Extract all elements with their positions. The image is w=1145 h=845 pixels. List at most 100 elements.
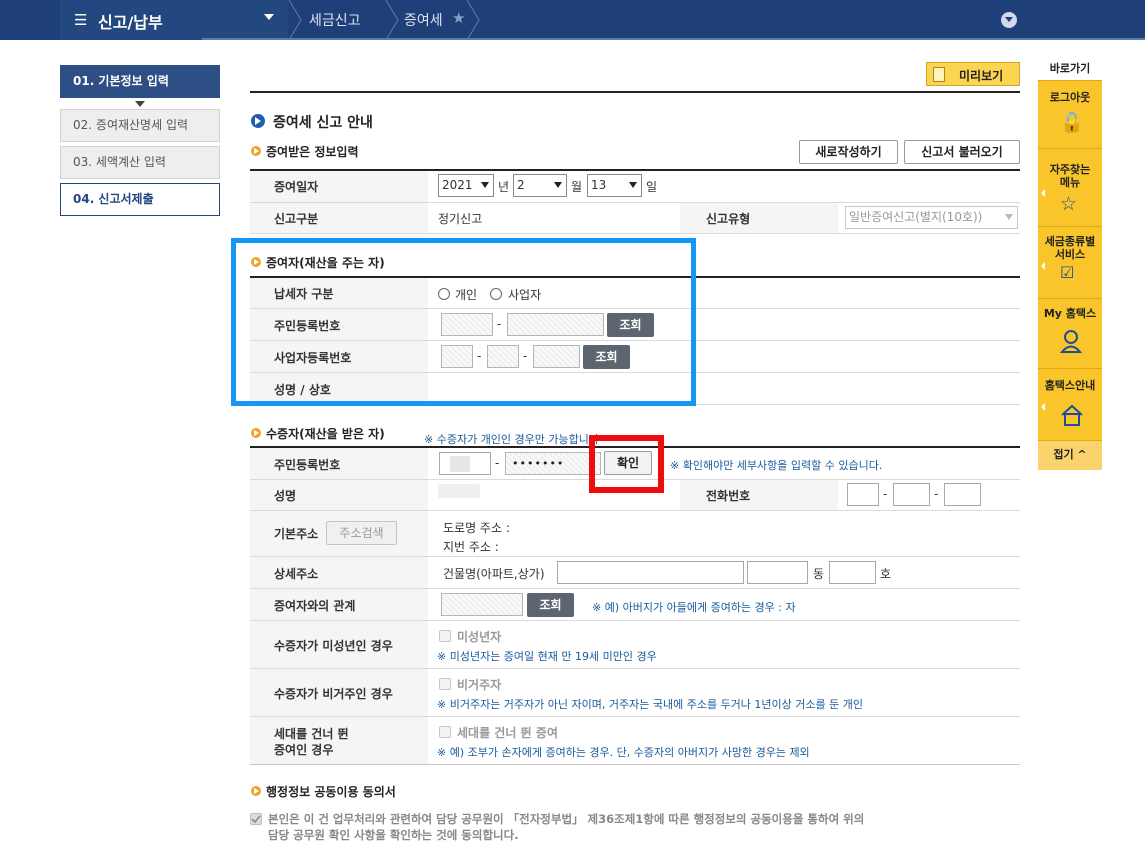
favorite-star-icon[interactable]: ★ — [452, 9, 465, 27]
building-name-input[interactable] — [557, 561, 744, 584]
donee-phone-label: 전화번호 — [706, 489, 751, 503]
donor-section-highlight — [231, 238, 696, 406]
relation-query-button[interactable]: 조회 — [527, 593, 574, 617]
section-bullet-icon — [251, 428, 261, 438]
quick-my-hometax[interactable]: My 홈택스 — [1038, 298, 1102, 368]
page-title: 증여세 신고 안내 — [273, 115, 373, 131]
donee-name-value — [438, 484, 480, 498]
skip-generation-checkbox[interactable] — [439, 726, 451, 738]
star-outline-icon: ☆ — [1060, 193, 1078, 215]
day-select[interactable]: 13 — [587, 174, 642, 197]
caret-down-icon[interactable] — [264, 14, 274, 20]
breadcrumb-separator-icon — [385, 0, 399, 40]
checkbox-icon: ☑ — [1060, 263, 1075, 282]
menu-title: 신고/납부 — [98, 13, 163, 32]
skip-generation-label-1: 세대를 건너 뛴 — [274, 727, 349, 741]
main-menu-selector[interactable]: ☰ 신고/납부 — [60, 0, 288, 40]
dash: - — [934, 487, 939, 501]
quick-tax-service[interactable]: 세금종류별 서비스 ☑ — [1038, 226, 1102, 298]
section-bullet-icon — [251, 786, 261, 796]
quick-logout[interactable]: 로그아웃 🔓 — [1038, 80, 1102, 148]
skip-generation-label-2: 증여인 경우 — [274, 743, 334, 757]
row-divider — [250, 764, 1020, 765]
preview-button[interactable]: 미리보기 — [926, 62, 1020, 86]
quick-favorite-menu[interactable]: 자주찾는 메뉴 ☆ — [1038, 148, 1102, 226]
consent-text-line-1: 본인은 이 건 업무처리와 관련하여 담당 공무원이 「전자정부법」 제36조제… — [268, 812, 865, 826]
expand-left-icon — [1041, 262, 1045, 270]
step-1-basic-info[interactable]: 01. 기본정보 입력 — [60, 65, 220, 98]
minor-label: 수증자가 미성년인 경우 — [274, 639, 393, 653]
breadcrumb-separator-icon — [466, 0, 480, 40]
expand-left-icon — [1041, 189, 1045, 197]
chevron-down-icon — [629, 182, 637, 188]
nonresident-note: ※ 비거주자는 거주자가 아닌 자이며, 거주자는 국내에 주소를 두거나 1년… — [437, 698, 863, 711]
report-type-select[interactable]: 일반증여신고(별지(10호)) — [845, 206, 1018, 229]
top-navigation-bar: ☰ 신고/납부 세금신고 증여세 ★ — [0, 0, 1145, 40]
expand-menu-icon[interactable] — [1001, 12, 1017, 28]
gift-date-label: 증여일자 — [274, 180, 319, 194]
month-select[interactable]: 2 — [513, 174, 567, 197]
title-arrow-icon — [251, 114, 265, 128]
year-unit: 년 — [498, 180, 510, 194]
consent-text-line-2: 담당 공무원 확인 사항을 확인하는 것에 동의합니다. — [268, 828, 519, 842]
load-report-button[interactable]: 신고서 불러오기 — [904, 140, 1020, 164]
breadcrumb-item-gift-tax[interactable]: 증여세 — [404, 10, 443, 30]
minor-checkbox[interactable] — [439, 630, 451, 642]
check-icon — [251, 815, 261, 824]
relation-note: ※ 예) 아버지가 아들에게 증여하는 경우 : 자 — [592, 601, 796, 614]
dash: - — [495, 456, 500, 470]
dash: - — [883, 487, 888, 501]
month-unit: 월 — [571, 180, 583, 194]
expand-left-icon — [1041, 403, 1045, 411]
report-kind-label: 신고구분 — [274, 212, 319, 226]
section-title-received: 증여받은 정보입력 — [266, 145, 359, 159]
ho-input[interactable] — [829, 561, 876, 584]
donee-rrn-label: 주민등록번호 — [274, 458, 341, 472]
confirm-button-highlight — [589, 435, 664, 493]
nonresident-checkbox[interactable] — [439, 678, 451, 690]
phone-part2-input[interactable] — [893, 483, 930, 506]
breadcrumb-separator-icon — [288, 0, 302, 40]
day-unit: 일 — [646, 180, 658, 194]
dong-input[interactable] — [747, 561, 808, 584]
step-3-tax-calculation[interactable]: 03. 세액계산 입력 — [60, 146, 220, 179]
chevron-down-icon — [554, 182, 562, 188]
top-rule — [250, 91, 1020, 93]
label-cell — [680, 480, 838, 510]
new-write-button[interactable]: 새로작성하기 — [799, 140, 898, 164]
building-name-label: 건물명(아파트,상가) — [443, 567, 545, 581]
topbar-underline — [202, 38, 1145, 40]
breadcrumb-item-tax-report[interactable]: 세금신고 — [309, 10, 361, 30]
section-title-consent: 행정정보 공동이용 동의서 — [266, 785, 396, 799]
donee-rrn-back-input[interactable]: ••••••• — [505, 452, 601, 475]
detail-address-label: 상세주소 — [274, 567, 319, 581]
user-icon — [1059, 329, 1083, 358]
donee-rrn-front-input[interactable] — [439, 452, 491, 475]
relation-input[interactable] — [441, 593, 523, 616]
donee-name-label: 성명 — [274, 489, 297, 503]
row-divider — [250, 233, 1020, 234]
skip-generation-checkbox-label: 세대를 건너 뛴 증여 — [457, 726, 558, 740]
skip-generation-note: ※ 예) 조부가 손자에게 증여하는 경우. 단, 수증자의 아버지가 사망한 … — [437, 746, 810, 759]
address-search-button[interactable]: 주소검색 — [326, 521, 397, 545]
unlock-icon: 🔓 — [1060, 112, 1084, 134]
donee-title-note: ※ 수증자가 개인인 경우만 가능합니다 — [424, 433, 600, 446]
report-kind-value: 정기신고 — [438, 212, 483, 226]
step-4-submit[interactable]: 04. 신고서제출 — [60, 183, 220, 216]
phone-part3-input[interactable] — [944, 483, 981, 506]
quick-hometax-guide[interactable]: 홈택스안내 — [1038, 368, 1102, 440]
hamburger-icon[interactable]: ☰ — [74, 11, 87, 29]
consent-checkbox[interactable] — [250, 813, 262, 825]
section-bullet-icon — [251, 146, 261, 156]
minor-checkbox-label: 미성년자 — [457, 630, 502, 644]
dong-unit: 동 — [813, 567, 825, 581]
year-select[interactable]: 2021 — [438, 174, 494, 197]
lot-address-label: 지번 주소 : — [443, 540, 499, 554]
road-address-label: 도로명 주소 : — [443, 521, 510, 535]
quickbar-title: 바로가기 — [1049, 62, 1091, 75]
nonresident-label: 수증자가 비거주인 경우 — [274, 687, 393, 701]
phone-part1-input[interactable] — [847, 483, 879, 506]
label-cell — [680, 203, 838, 233]
quickbar-fold-button[interactable]: 접기 ^ — [1038, 440, 1102, 470]
step-2-property-details[interactable]: 02. 증여재산명세 입력 — [60, 109, 220, 142]
